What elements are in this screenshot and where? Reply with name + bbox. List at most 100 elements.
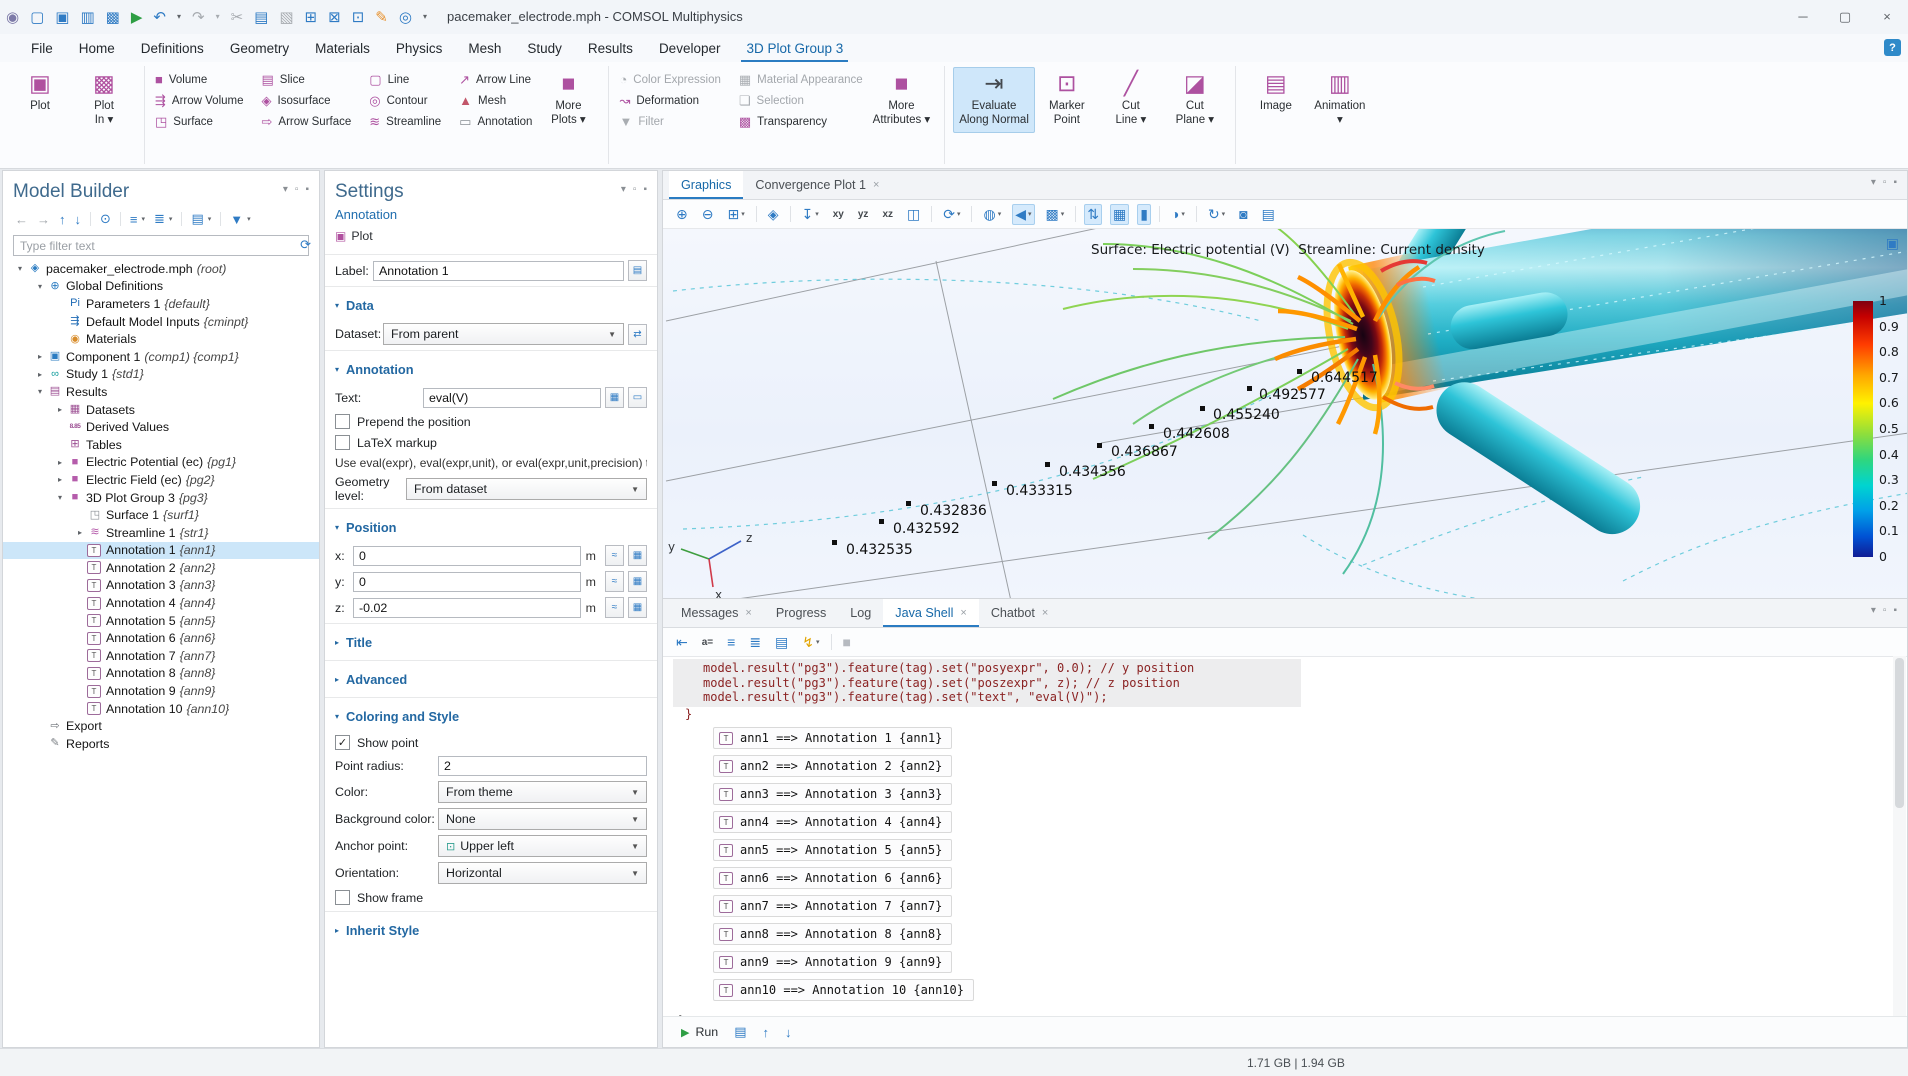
chevron-down-icon[interactable]: ▾ bbox=[741, 210, 745, 218]
go-to-view-icon[interactable]: ↧▾ bbox=[799, 204, 822, 225]
anchor-point-select[interactable]: ⊡ Upper left▼ bbox=[438, 835, 647, 857]
combo-icon[interactable]: ▦ bbox=[628, 571, 647, 592]
ribbon-tab-materials[interactable]: Materials bbox=[302, 34, 383, 62]
show-point-checkbox[interactable]: ✓ bbox=[335, 735, 350, 750]
isosurface-button[interactable]: ◈Isosurface bbox=[262, 94, 352, 107]
x-position-field[interactable] bbox=[353, 546, 581, 566]
shell-result-row[interactable]: Tann6 ==> Annotation 6 {ann6} bbox=[713, 867, 952, 889]
shell-scrollbar[interactable] bbox=[1893, 656, 1906, 1017]
shell-result-row[interactable]: Tann7 ==> Annotation 7 {ann7} bbox=[713, 895, 952, 917]
previous-command-icon[interactable]: ↑ bbox=[763, 1025, 770, 1040]
shell-result-row[interactable]: Tann9 ==> Annotation 9 {ann9} bbox=[713, 951, 952, 973]
save-as-icon[interactable]: ▩ bbox=[106, 10, 120, 25]
plot-canvas[interactable]: z y x Surface: Electric potential (V) St… bbox=[663, 229, 1907, 601]
expression-edit-icon[interactable]: ▭ bbox=[628, 387, 647, 408]
tree-item-parameters-1[interactable]: PiParameters 1{default} bbox=[3, 295, 319, 313]
tree-item-component-1[interactable]: ▸▣Component 1(comp1) {comp1} bbox=[3, 348, 319, 366]
collapse-icon[interactable]: ▾ bbox=[621, 184, 626, 195]
transparency-icon[interactable]: ▩▾ bbox=[1043, 204, 1068, 225]
view-yz-icon[interactable]: yz bbox=[855, 207, 872, 222]
shell-result-row[interactable]: Tann4 ==> Annotation 4 {ann4} bbox=[713, 811, 952, 833]
back-icon[interactable]: ← bbox=[15, 212, 28, 227]
range-icon[interactable]: ≈ bbox=[605, 545, 624, 566]
print-icon[interactable]: ▤ bbox=[1259, 204, 1278, 225]
graphics-tab-graphics[interactable]: Graphics bbox=[669, 171, 743, 199]
more-chevron-icon[interactable]: ▾ bbox=[423, 13, 427, 21]
range-icon[interactable]: ≈ bbox=[605, 571, 624, 592]
pin-icon[interactable]: ▪ bbox=[643, 184, 647, 195]
ribbon-tab-developer[interactable]: Developer bbox=[646, 34, 734, 62]
pin-icon[interactable]: ▪ bbox=[1893, 177, 1897, 188]
zoom-out-icon[interactable]: ⊖ bbox=[699, 204, 717, 225]
chevron-down-icon[interactable]: ▾ bbox=[1028, 210, 1032, 218]
ribbon-tab-3d-plot-group-3[interactable]: 3D Plot Group 3 bbox=[733, 34, 856, 62]
surface-button[interactable]: ◳Surface bbox=[155, 115, 244, 128]
tree-expander-icon[interactable]: ▸ bbox=[53, 475, 67, 484]
console-tab-log[interactable]: Log bbox=[838, 599, 883, 627]
go-to-source-icon[interactable]: ⇄ bbox=[628, 324, 647, 345]
tree-item-export[interactable]: ⇨Export bbox=[3, 717, 319, 735]
line-button[interactable]: ▢Line bbox=[369, 73, 441, 86]
move-to-source-icon[interactable]: ⇤ bbox=[673, 632, 691, 653]
annotation-section-header[interactable]: ▾ Annotation bbox=[325, 356, 657, 382]
tree-item-annotation-4[interactable]: TAnnotation 4{ann4} bbox=[3, 594, 319, 612]
tree-item-annotation-10[interactable]: TAnnotation 10{ann10} bbox=[3, 700, 319, 718]
tree-item-annotation-1[interactable]: TAnnotation 1{ann1} bbox=[3, 542, 319, 560]
grid-toggle-icon[interactable]: ▦ bbox=[1110, 204, 1129, 225]
tree-expander-icon[interactable]: ▸ bbox=[53, 405, 67, 414]
float-icon[interactable]: ▫ bbox=[633, 184, 637, 195]
ribbon-tab-geometry[interactable]: Geometry bbox=[217, 34, 302, 62]
float-icon[interactable]: ▫ bbox=[1883, 605, 1887, 616]
chevron-down-icon[interactable]: ▾ bbox=[1222, 210, 1226, 218]
comsol-logo[interactable]: ◉ bbox=[6, 10, 19, 25]
tree-item-global-definitions[interactable]: ▾⊕Global Definitions bbox=[3, 278, 319, 296]
preview-icon[interactable]: ◎ bbox=[399, 10, 412, 25]
color-select[interactable]: From theme▼ bbox=[438, 781, 647, 803]
background-color-select[interactable]: None▼ bbox=[438, 808, 647, 830]
tree-item-annotation-5[interactable]: TAnnotation 5{ann5} bbox=[3, 612, 319, 630]
java-shell-output[interactable]: model.result("pg3").feature(tag).set("po… bbox=[663, 656, 1907, 1017]
chevron-down-icon[interactable]: ▾ bbox=[815, 210, 819, 218]
tree-item-materials[interactable]: ◉Materials bbox=[3, 330, 319, 348]
volume-button[interactable]: ■Volume bbox=[155, 73, 244, 86]
streamline-button[interactable]: ≋Streamline bbox=[369, 115, 441, 128]
shell-result-row[interactable]: Tann10 ==> Annotation 10 {ann10} bbox=[713, 979, 974, 1001]
chevron-down-icon[interactable]: ▾ bbox=[998, 210, 1002, 218]
undo-chevron-icon[interactable]: ▾ bbox=[177, 13, 181, 21]
tree-expander-icon[interactable]: ▾ bbox=[13, 264, 27, 273]
position-section-header[interactable]: ▾ Position bbox=[325, 514, 657, 540]
console-tab-progress[interactable]: Progress bbox=[764, 599, 838, 627]
close-icon[interactable]: × bbox=[1042, 607, 1048, 619]
y-position-field[interactable] bbox=[353, 572, 581, 592]
tree-filter-input[interactable] bbox=[13, 235, 309, 256]
save-icon[interactable]: ▥ bbox=[80, 10, 94, 25]
filter-tree-icon[interactable]: ▼ bbox=[230, 212, 243, 227]
rename-icon[interactable]: ▤ bbox=[628, 260, 647, 281]
tree-item-annotation-7[interactable]: TAnnotation 7{ann7} bbox=[3, 647, 319, 665]
shell-result-row[interactable]: Tann3 ==> Annotation 3 {ann3} bbox=[713, 783, 952, 805]
more-attributes-button[interactable]: ■MoreAttributes ▾ bbox=[867, 67, 937, 133]
undo-icon[interactable]: ↶ bbox=[153, 10, 166, 25]
combo-icon[interactable]: ▦ bbox=[628, 597, 647, 618]
zoom-box-icon[interactable]: ⊞▾ bbox=[724, 204, 747, 225]
console-tab-messages[interactable]: Messages× bbox=[669, 599, 764, 627]
cut-line-button[interactable]: ╱CutLine ▾ bbox=[1099, 67, 1163, 133]
collapse-icon[interactable]: ▾ bbox=[283, 184, 288, 195]
shell-result-row[interactable]: Tann1 ==> Annotation 1 {ann1} bbox=[713, 727, 952, 749]
snapshot-icon[interactable]: ◙ bbox=[1236, 204, 1250, 224]
console-tab-chatbot[interactable]: Chatbot× bbox=[979, 599, 1061, 627]
tree-expander-icon[interactable]: ▸ bbox=[73, 528, 87, 537]
transparency-button[interactable]: ▩Transparency bbox=[739, 115, 863, 128]
rotate-icon[interactable]: ⟳▾ bbox=[940, 204, 963, 225]
chevron-down-icon[interactable]: ▾ bbox=[957, 210, 961, 218]
prepend-position-checkbox[interactable] bbox=[335, 414, 350, 429]
console-tab-java-shell[interactable]: Java Shell× bbox=[883, 599, 979, 627]
tree-item-annotation-8[interactable]: TAnnotation 8{ann8} bbox=[3, 665, 319, 683]
select-box-icon[interactable]: ⊡ bbox=[352, 10, 365, 25]
tree-item-default-model-inputs[interactable]: ⇶Default Model Inputs{cminpt} bbox=[3, 313, 319, 331]
refresh-icon[interactable]: ⟳ bbox=[300, 237, 311, 253]
show-frame-checkbox[interactable] bbox=[335, 890, 350, 905]
arrow-surface-button[interactable]: ⇨Arrow Surface bbox=[262, 115, 352, 128]
shell-result-row[interactable]: Tann8 ==> Annotation 8 {ann8} bbox=[713, 923, 952, 945]
word-wrap-icon[interactable]: ▤ bbox=[772, 632, 791, 653]
